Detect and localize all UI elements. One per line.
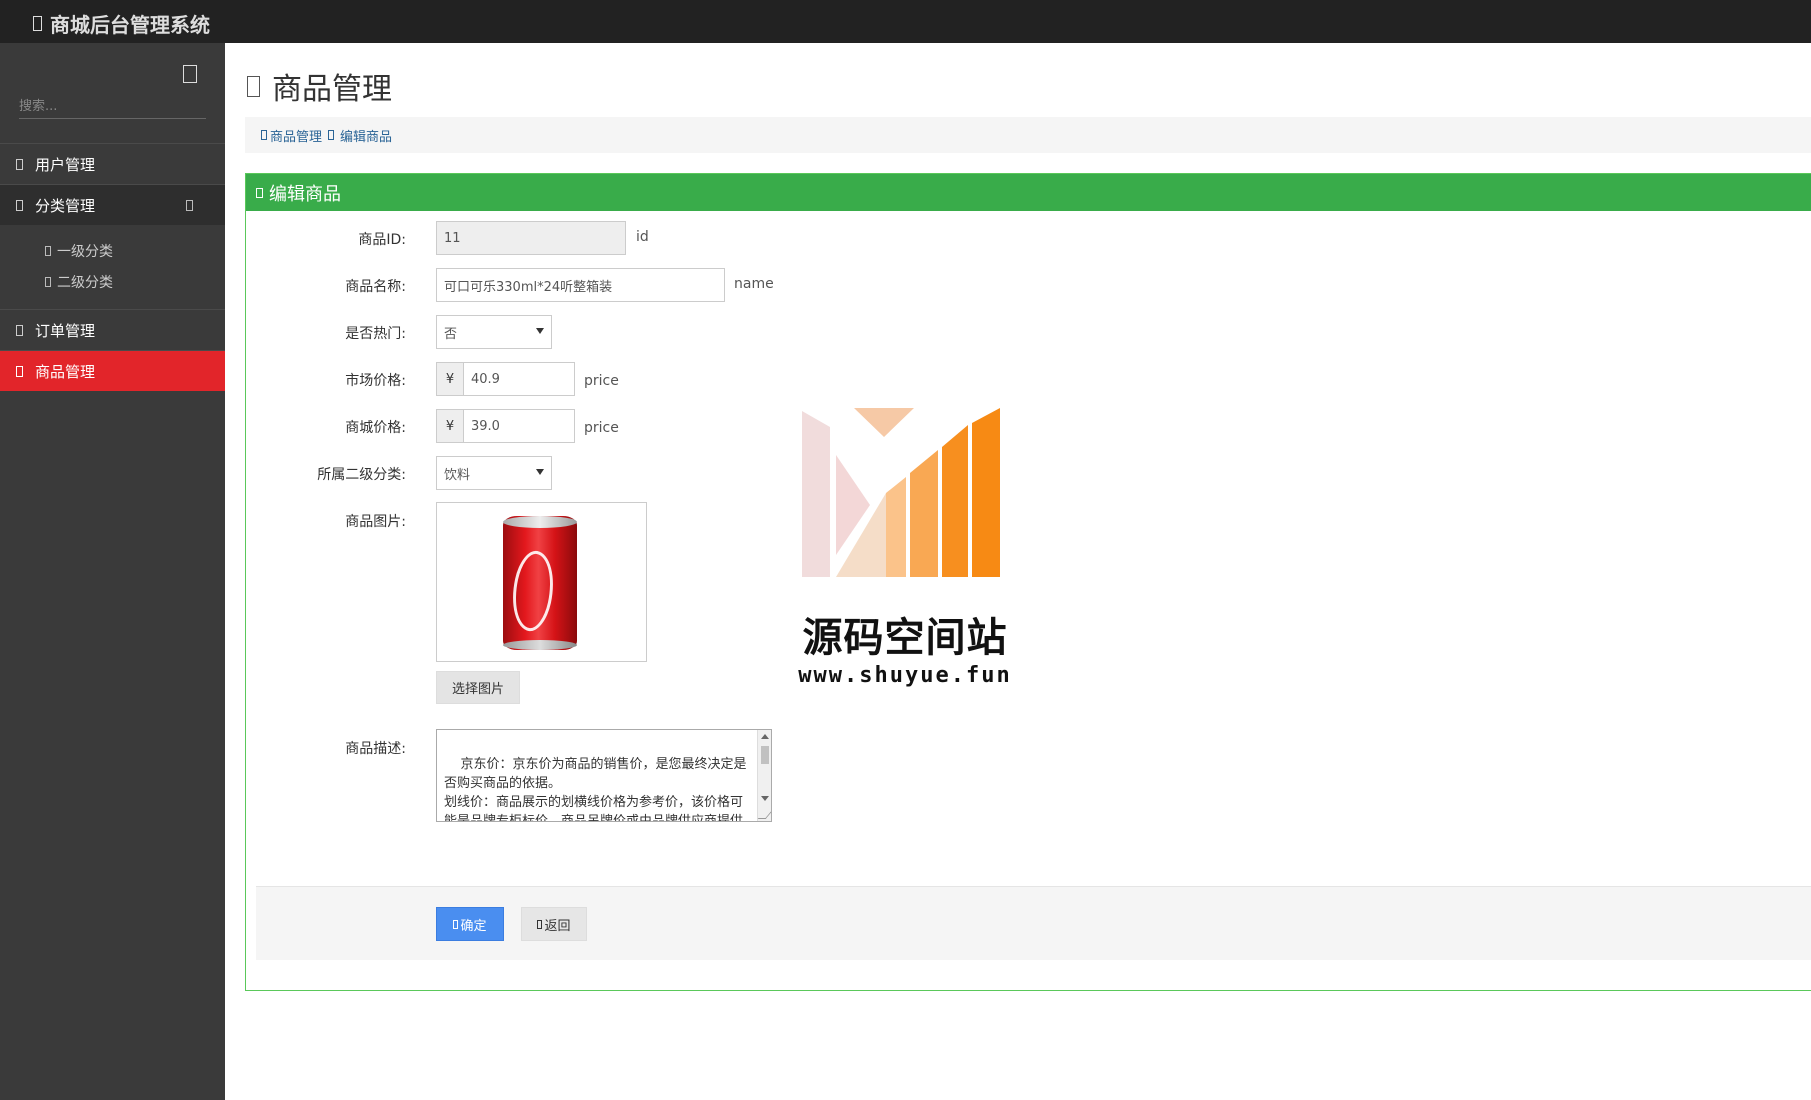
product-name-input[interactable]: 可口可乐330ml*24听整箱装 bbox=[436, 268, 725, 302]
product-id-input[interactable]: 11 bbox=[436, 221, 626, 255]
back-label: 返回 bbox=[544, 918, 571, 934]
watermark-name: 源码空间站 bbox=[802, 615, 1008, 661]
description-text: 京东价：京东价为商品的销售价，是您最终决定是否购买商品的依据。 划线价：商品展示… bbox=[444, 757, 747, 822]
edit-icon bbox=[328, 130, 335, 140]
app-brand[interactable]: 商城后台管理系统 bbox=[33, 9, 210, 38]
field-label: 商城价格: bbox=[345, 420, 406, 436]
textarea-scrollbar[interactable] bbox=[757, 730, 771, 821]
market-price-input[interactable]: 40.9 bbox=[463, 362, 575, 396]
panel-title: 编辑商品 bbox=[269, 183, 341, 205]
field-label: 市场价格: bbox=[345, 373, 406, 389]
breadcrumb-item[interactable]: 编辑商品 bbox=[340, 126, 392, 145]
field-label: 是否热门: bbox=[345, 326, 406, 342]
back-icon bbox=[537, 919, 543, 929]
home-icon bbox=[33, 16, 42, 31]
list-icon bbox=[16, 199, 23, 211]
field-label: 商品名称: bbox=[345, 279, 406, 295]
hot-select-value: 否 bbox=[444, 326, 458, 342]
top-bar: 商城后台管理系统 bbox=[0, 0, 1811, 43]
field-hint: price bbox=[584, 373, 619, 389]
field-label: 商品描述: bbox=[345, 741, 406, 757]
page-title: 商品管理 bbox=[247, 64, 392, 108]
choose-image-button[interactable]: 选择图片 bbox=[436, 671, 520, 704]
product-image bbox=[436, 502, 647, 662]
sidebar-subnav: 一级分类 二级分类 bbox=[0, 225, 225, 309]
breadcrumb-item[interactable]: 商品管理 bbox=[270, 126, 322, 145]
sidebar-search-input[interactable] bbox=[19, 95, 206, 119]
page-title-text: 商品管理 bbox=[272, 72, 392, 107]
field-hint: name bbox=[734, 276, 774, 292]
sidebar-nav: 用户管理 分类管理 一级分类 二级分类 订单管理 商品管理 bbox=[0, 143, 225, 391]
field-label: 商品ID: bbox=[358, 232, 406, 248]
panel-header: 编辑商品 bbox=[246, 174, 1811, 211]
shop-price-input[interactable]: 39.0 bbox=[463, 409, 575, 443]
category-select-value: 饮料 bbox=[444, 467, 471, 483]
hot-select[interactable]: 否 bbox=[436, 315, 552, 349]
category-select[interactable]: 饮料 bbox=[436, 456, 552, 490]
field-hint: price bbox=[584, 420, 619, 436]
sidebar-subitem-level1[interactable]: 一级分类 bbox=[0, 235, 225, 266]
sidebar-subitem-label: 一级分类 bbox=[57, 243, 113, 260]
sidebar-item-label: 订单管理 bbox=[35, 321, 96, 340]
sidebar-item-label: 用户管理 bbox=[35, 155, 96, 174]
currency-addon: ¥ bbox=[436, 409, 463, 443]
field-hint: id bbox=[636, 229, 649, 245]
product-icon bbox=[247, 75, 260, 97]
sidebar-toggle-icon[interactable] bbox=[183, 65, 197, 83]
sidebar: 用户管理 分类管理 一级分类 二级分类 订单管理 商品管理 bbox=[0, 43, 225, 1100]
watermark-logo bbox=[802, 408, 1000, 577]
sidebar-item-label: 分类管理 bbox=[35, 196, 96, 215]
sidebar-item-orders[interactable]: 订单管理 bbox=[0, 309, 225, 350]
sidebar-subitem-level2[interactable]: 二级分类 bbox=[0, 266, 225, 297]
check-icon bbox=[453, 919, 459, 929]
edit-product-panel: 编辑商品 商品ID: 11 id 商品名称: 可口可乐330ml*24听整箱装 … bbox=[245, 173, 1811, 991]
sidebar-item-products[interactable]: 商品管理 bbox=[0, 350, 225, 391]
chevron-right-icon bbox=[45, 276, 51, 287]
breadcrumb: 商品管理 编辑商品 bbox=[245, 117, 1811, 153]
sidebar-item-users[interactable]: 用户管理 bbox=[0, 143, 225, 184]
edit-icon bbox=[256, 187, 263, 198]
product-icon bbox=[261, 130, 267, 140]
dropdown-arrow-icon bbox=[536, 328, 544, 334]
sidebar-item-label: 商品管理 bbox=[35, 362, 96, 381]
chevron-down-icon bbox=[186, 200, 193, 211]
order-icon bbox=[16, 324, 23, 336]
form-actions: 确定 返回 bbox=[256, 886, 1811, 960]
product-image-can bbox=[503, 516, 577, 650]
app-title: 商城后台管理系统 bbox=[50, 13, 210, 37]
currency-addon: ¥ bbox=[436, 362, 463, 396]
sidebar-subitem-label: 二级分类 bbox=[57, 274, 113, 291]
user-icon bbox=[16, 158, 23, 170]
watermark: 源码空间站 www.shuyue.fun bbox=[790, 405, 1020, 695]
sidebar-item-categories[interactable]: 分类管理 bbox=[0, 184, 225, 225]
product-icon bbox=[16, 365, 23, 377]
dropdown-arrow-icon bbox=[536, 469, 544, 475]
chevron-right-icon bbox=[45, 245, 51, 256]
watermark-url: www.shuyue.fun bbox=[798, 663, 1012, 688]
back-button[interactable]: 返回 bbox=[521, 907, 587, 941]
field-label: 商品图片: bbox=[345, 514, 406, 530]
description-textarea[interactable]: 京东价：京东价为商品的销售价，是您最终决定是否购买商品的依据。 划线价：商品展示… bbox=[436, 729, 772, 822]
confirm-button[interactable]: 确定 bbox=[436, 907, 504, 941]
confirm-label: 确定 bbox=[460, 918, 487, 934]
field-label: 所属二级分类: bbox=[317, 467, 406, 483]
